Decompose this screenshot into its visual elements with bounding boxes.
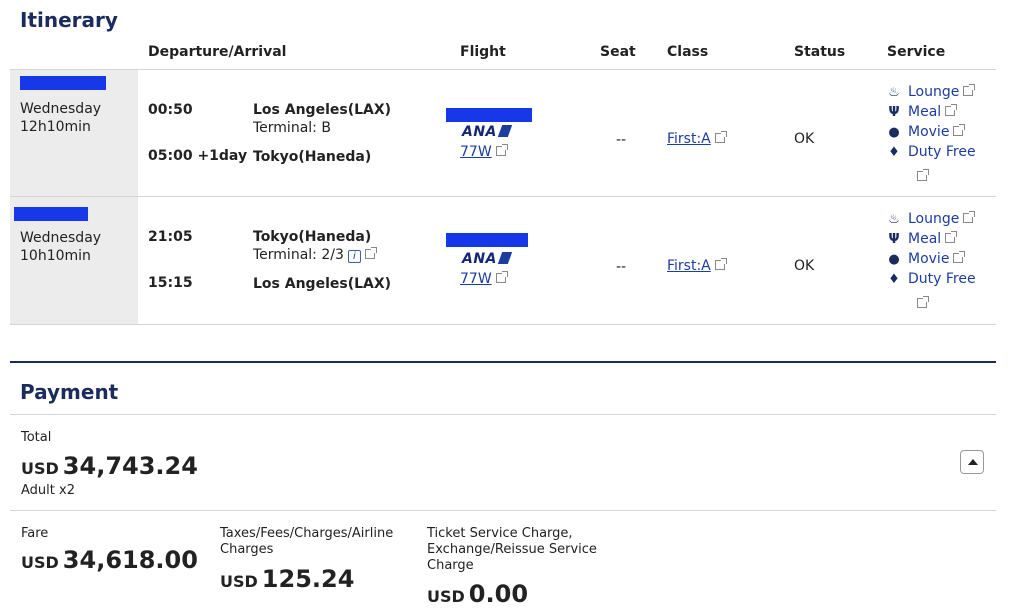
external-link-icon [963,84,976,96]
class-link[interactable]: First:A [667,258,727,274]
ticket-service-label: Ticket Service Charge, Exchange/Reissue S… [427,526,597,573]
class-link[interactable]: First:A [667,131,727,147]
seat-value: -- [616,132,627,148]
aircraft-link[interactable]: 77W [460,271,508,287]
passenger-count: Adult x2 [21,483,75,498]
external-link-icon [495,144,508,156]
payment-header-divider [10,414,996,415]
external-link-icon [945,104,958,116]
arrival-time: 05:00 +1day [148,148,248,164]
seat-value: -- [616,259,627,275]
external-link-icon[interactable] [917,296,929,308]
redacted-date [20,76,106,90]
departure-time: 00:50 [148,102,193,118]
service-lounge[interactable]: ♨ Lounge [886,82,976,103]
departure-place: Tokyo(Haneda) [253,229,372,245]
segment-day: Wednesday [20,230,102,246]
chevron-up-icon[interactable] [960,450,984,474]
col-departure-arrival: Departure/Arrival [148,44,287,60]
external-link-icon [953,124,966,136]
col-flight: Flight [460,44,506,60]
ticket-service-amount: USD 0.00 [427,580,529,608]
itinerary-title: Itinerary [20,8,118,32]
arrival-place: Los Angeles(LAX) [253,276,392,292]
redacted-flight-number [446,108,532,122]
movie-icon: ● [888,125,900,140]
date-block: Wednesday 10h10min [10,197,138,324]
service-lounge[interactable]: ♨ Lounge [886,209,976,230]
arrival-place: Tokyo(Haneda) [253,149,372,165]
arrival-time: 15:15 [148,275,193,291]
ana-logo: ANA [462,124,513,140]
aircraft-link[interactable]: 77W [460,144,508,160]
departure-terminal: Terminal: 2/3 i [253,246,377,264]
departure-place: Los Angeles(LAX) [253,102,392,118]
service-duty-free[interactable]: ♦ Duty Free [886,269,975,290]
service-movie[interactable]: ● Movie [886,249,966,270]
service-meal[interactable]: Ψ Meal [886,102,958,123]
external-link-icon [495,271,508,283]
service-duty-free[interactable]: ♦ Duty Free [886,142,975,163]
section-divider [10,361,996,363]
payment-divider [10,510,996,511]
info-icon[interactable]: i [347,250,361,263]
segment-day: Wednesday [20,101,102,117]
row-divider [10,324,996,325]
duty-free-icon: ♦ [888,272,900,287]
lounge-icon: ♨ [888,212,900,227]
redacted-flight-number [446,233,528,247]
duty-free-icon: ♦ [888,145,900,160]
total-amount: USD 34,743.24 [21,452,198,480]
external-link-icon [714,131,727,143]
ana-logo: ANA [462,251,513,267]
redacted-date [14,207,88,221]
status-value: OK [794,258,815,274]
segment-duration: 12h10min [20,119,91,135]
departure-time: 21:05 [148,229,193,245]
service-meal[interactable]: Ψ Meal [886,229,958,250]
segment-row: Wednesday 12h10min 00:50 Los Angeles(LAX… [10,70,996,196]
col-status: Status [794,44,846,60]
external-link-icon [945,231,958,243]
col-service: Service [887,44,946,60]
payment-title: Payment [20,380,119,404]
fare-label: Fare [21,526,49,541]
external-link-icon [963,211,976,223]
external-link-icon [953,251,966,263]
lounge-icon: ♨ [888,85,900,100]
fare-amount: USD 34,618.00 [21,546,198,574]
meal-icon: Ψ [888,105,900,120]
status-value: OK [794,131,815,147]
external-link-icon[interactable] [917,169,929,181]
date-block: Wednesday 12h10min [10,70,138,196]
movie-icon: ● [888,252,900,267]
taxes-label: Taxes/Fees/Charges/Airline Charges [220,526,394,557]
departure-terminal: Terminal: B [253,120,331,136]
col-class: Class [667,44,709,60]
service-movie[interactable]: ● Movie [886,122,966,143]
total-label: Total [21,430,52,445]
external-link-icon[interactable] [364,247,377,259]
taxes-amount: USD 125.24 [220,565,355,593]
segment-row: Wednesday 10h10min 21:05 Tokyo(Haneda) T… [10,197,996,324]
external-link-icon [714,258,727,270]
col-seat: Seat [600,44,636,60]
segment-duration: 10h10min [20,248,91,264]
meal-icon: Ψ [888,232,900,247]
